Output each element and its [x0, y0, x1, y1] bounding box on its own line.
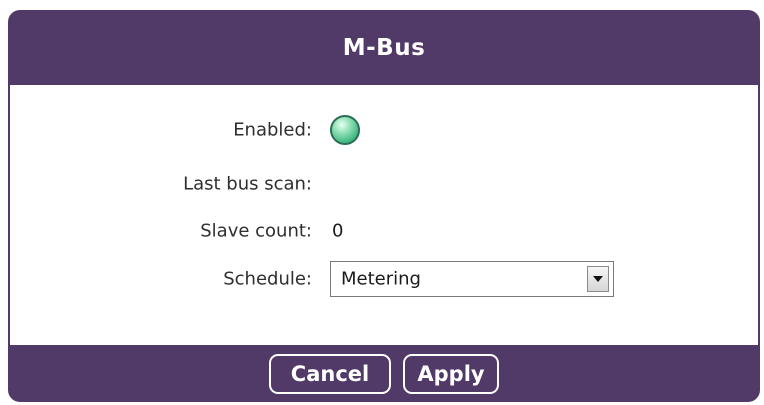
schedule-label: Schedule: [223, 268, 312, 290]
slave-count-row: Slave count: 0 [10, 211, 758, 251]
schedule-selected-value: Metering [341, 268, 421, 290]
dialog-body: Enabled: Last bus scan: Slave count: 0 S… [10, 85, 758, 345]
dropdown-arrow-icon[interactable] [587, 266, 609, 292]
last-bus-scan-label: Last bus scan: [183, 173, 312, 195]
last-bus-scan-row: Last bus scan: [10, 164, 758, 204]
apply-button[interactable]: Apply [403, 353, 499, 394]
mbus-dialog: M-Bus Enabled: Last bus scan: Slave coun… [8, 10, 760, 402]
schedule-row: Schedule: Metering [10, 259, 758, 299]
cancel-button[interactable]: Cancel [269, 353, 391, 394]
enabled-label: Enabled: [233, 119, 312, 141]
dialog-title: M-Bus [342, 34, 426, 61]
enabled-row: Enabled: [10, 110, 758, 150]
slave-count-value: 0 [332, 220, 344, 242]
schedule-select[interactable]: Metering [330, 261, 614, 297]
dialog-footer: Cancel Apply [8, 345, 760, 402]
slave-count-label: Slave count: [200, 220, 312, 242]
enabled-status-icon [330, 115, 360, 145]
